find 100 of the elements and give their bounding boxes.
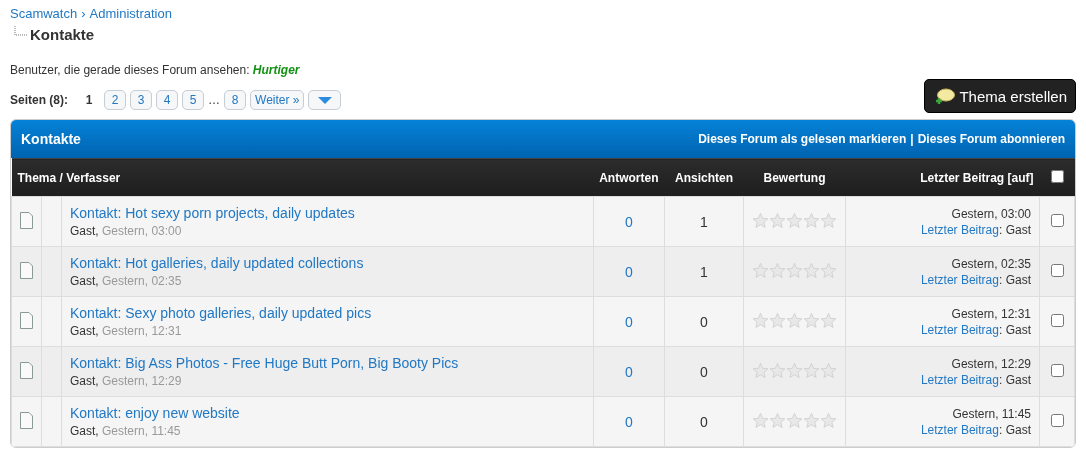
viewers-label: Benutzer, die gerade dieses Forum ansehen: [10, 63, 251, 77]
last-post-date: Gestern, 11:45 [951, 406, 1031, 421]
star-icon [820, 211, 837, 229]
topic-author: Gast, [70, 374, 99, 388]
row-checkbox[interactable] [1050, 363, 1064, 377]
last-post-date: Gestern, 12:29 [950, 356, 1031, 371]
pages-label: Seiten (8): [10, 93, 68, 107]
column-header[interactable]: Ansichten [664, 158, 744, 197]
topic-date: Gestern, 12:29 [102, 374, 182, 388]
document-icon [20, 211, 33, 229]
topic-author: Gast, [70, 224, 99, 238]
topic-author: Gast, [70, 424, 99, 438]
replies-count-link[interactable]: 0 [624, 313, 633, 330]
page-link[interactable]: 2 [104, 90, 126, 110]
row-checkbox[interactable] [1050, 213, 1064, 227]
replies-count-link[interactable]: 0 [624, 413, 633, 430]
replies-count-link[interactable]: 0 [624, 363, 633, 380]
last-post-author: : Gast [998, 272, 1031, 287]
star-icon [786, 261, 803, 279]
document-icon [20, 411, 33, 429]
row-checkbox[interactable] [1050, 413, 1064, 427]
topic-date: Gestern, 02:35 [102, 274, 182, 288]
topic-title-link[interactable]: Kontakt: Sexy photo galleries, daily updated pics [70, 305, 585, 321]
topic-title-link[interactable]: Kontakt: Hot galleries, daily updated collections [70, 255, 585, 271]
star-icon [769, 311, 786, 329]
column-header[interactable]: Bewertung [743, 158, 846, 197]
column-header[interactable]: Thema / Verfasser [11, 158, 594, 197]
last-post-author: : Gast [998, 222, 1031, 237]
topic-author: Gast, [70, 274, 99, 288]
forum-title: Kontakte [30, 26, 95, 43]
topic-author: Gast, [70, 324, 99, 338]
last-post-link[interactable]: Letzter Beitrag [920, 222, 999, 237]
new-topic-button[interactable]: Thema erstellen [924, 79, 1076, 113]
last-post-author: : Gast [998, 322, 1031, 337]
last-post-date: Gestern, 12:31 [950, 306, 1031, 321]
star-icon [752, 311, 769, 329]
views-count: 0 [700, 363, 708, 380]
last-post-link[interactable]: Letzter Beitrag [920, 322, 999, 337]
views-count: 1 [700, 213, 708, 230]
views-count: 1 [700, 263, 708, 280]
caret-icon [318, 96, 332, 104]
star-icon [769, 261, 786, 279]
star-icon [786, 361, 803, 379]
topic-title-link[interactable]: Kontakt: enjoy new website [70, 405, 585, 421]
page-link[interactable]: 8 [224, 90, 246, 110]
last-post-author: : Gast [998, 372, 1031, 387]
user-link[interactable]: Hurtiger [252, 63, 300, 77]
star-icon [803, 361, 820, 379]
column-header[interactable]: Letzter Beitrag [auf] [845, 158, 1040, 197]
speech-bubble-icon [935, 87, 956, 105]
page-link[interactable]: 4 [156, 90, 178, 110]
star-icon [820, 261, 837, 279]
topic-date: Gestern, 11:45 [102, 424, 181, 438]
views-count: 0 [700, 413, 708, 430]
last-post-author: : Gast [998, 422, 1031, 437]
breadcrumb-link[interactable]: Administration [89, 6, 172, 22]
topic-title-link[interactable]: Kontakt: Hot sexy porn projects, daily updates [70, 205, 585, 221]
page-link[interactable]: 5 [182, 90, 204, 110]
document-icon [20, 361, 33, 379]
star-icon [820, 311, 837, 329]
star-icon [752, 261, 769, 279]
star-icon [786, 411, 803, 429]
star-icon [786, 311, 803, 329]
views-count: 0 [700, 313, 708, 330]
select-all-checkbox[interactable] [1050, 169, 1064, 183]
star-icon [769, 411, 786, 429]
star-icon [803, 411, 820, 429]
star-icon [752, 411, 769, 429]
replies-count-link[interactable]: 0 [624, 263, 633, 280]
dropdown-button[interactable] [308, 90, 342, 110]
breadcrumb-separator: › [81, 6, 86, 22]
forum-action-link[interactable]: Dieses Forum als gelesen markieren [698, 132, 907, 146]
last-post-link[interactable]: Letzter Beitrag [920, 372, 999, 387]
document-icon [20, 261, 33, 279]
star-icon [820, 411, 837, 429]
forum-header-title: Kontakte [21, 131, 81, 147]
column-header[interactable]: Antworten [593, 158, 665, 197]
topic-date: Gestern, 03:00 [102, 224, 182, 238]
star-icon [752, 361, 769, 379]
pages-ellipsis: … [208, 93, 220, 107]
star-icon [752, 211, 769, 229]
topic-title-link[interactable]: Kontakt: Big Ass Photos - Free Huge Butt Porn, Big Booty Pics [70, 355, 585, 371]
last-post-date: Gestern, 02:35 [950, 256, 1031, 271]
action-separator: | [910, 132, 914, 146]
page-link[interactable]: 3 [130, 90, 152, 110]
star-icon [769, 361, 786, 379]
replies-count-link[interactable]: 0 [624, 213, 633, 230]
last-post-date: Gestern, 03:00 [950, 206, 1031, 221]
last-post-link[interactable]: Letzter Beitrag [920, 422, 999, 437]
page-link[interactable]: 1 [78, 90, 100, 110]
breadcrumb-link[interactable]: Scamwatch [10, 6, 78, 22]
row-checkbox[interactable] [1050, 263, 1064, 277]
document-icon [20, 311, 33, 329]
star-icon [820, 361, 837, 379]
star-icon [803, 211, 820, 229]
forum-action-link[interactable]: Dieses Forum abonnieren [917, 132, 1065, 146]
next-page-link[interactable]: Weiter » [250, 90, 305, 110]
row-checkbox[interactable] [1050, 313, 1064, 327]
last-post-link[interactable]: Letzter Beitrag [920, 272, 999, 287]
topic-date: Gestern, 12:31 [102, 324, 182, 338]
